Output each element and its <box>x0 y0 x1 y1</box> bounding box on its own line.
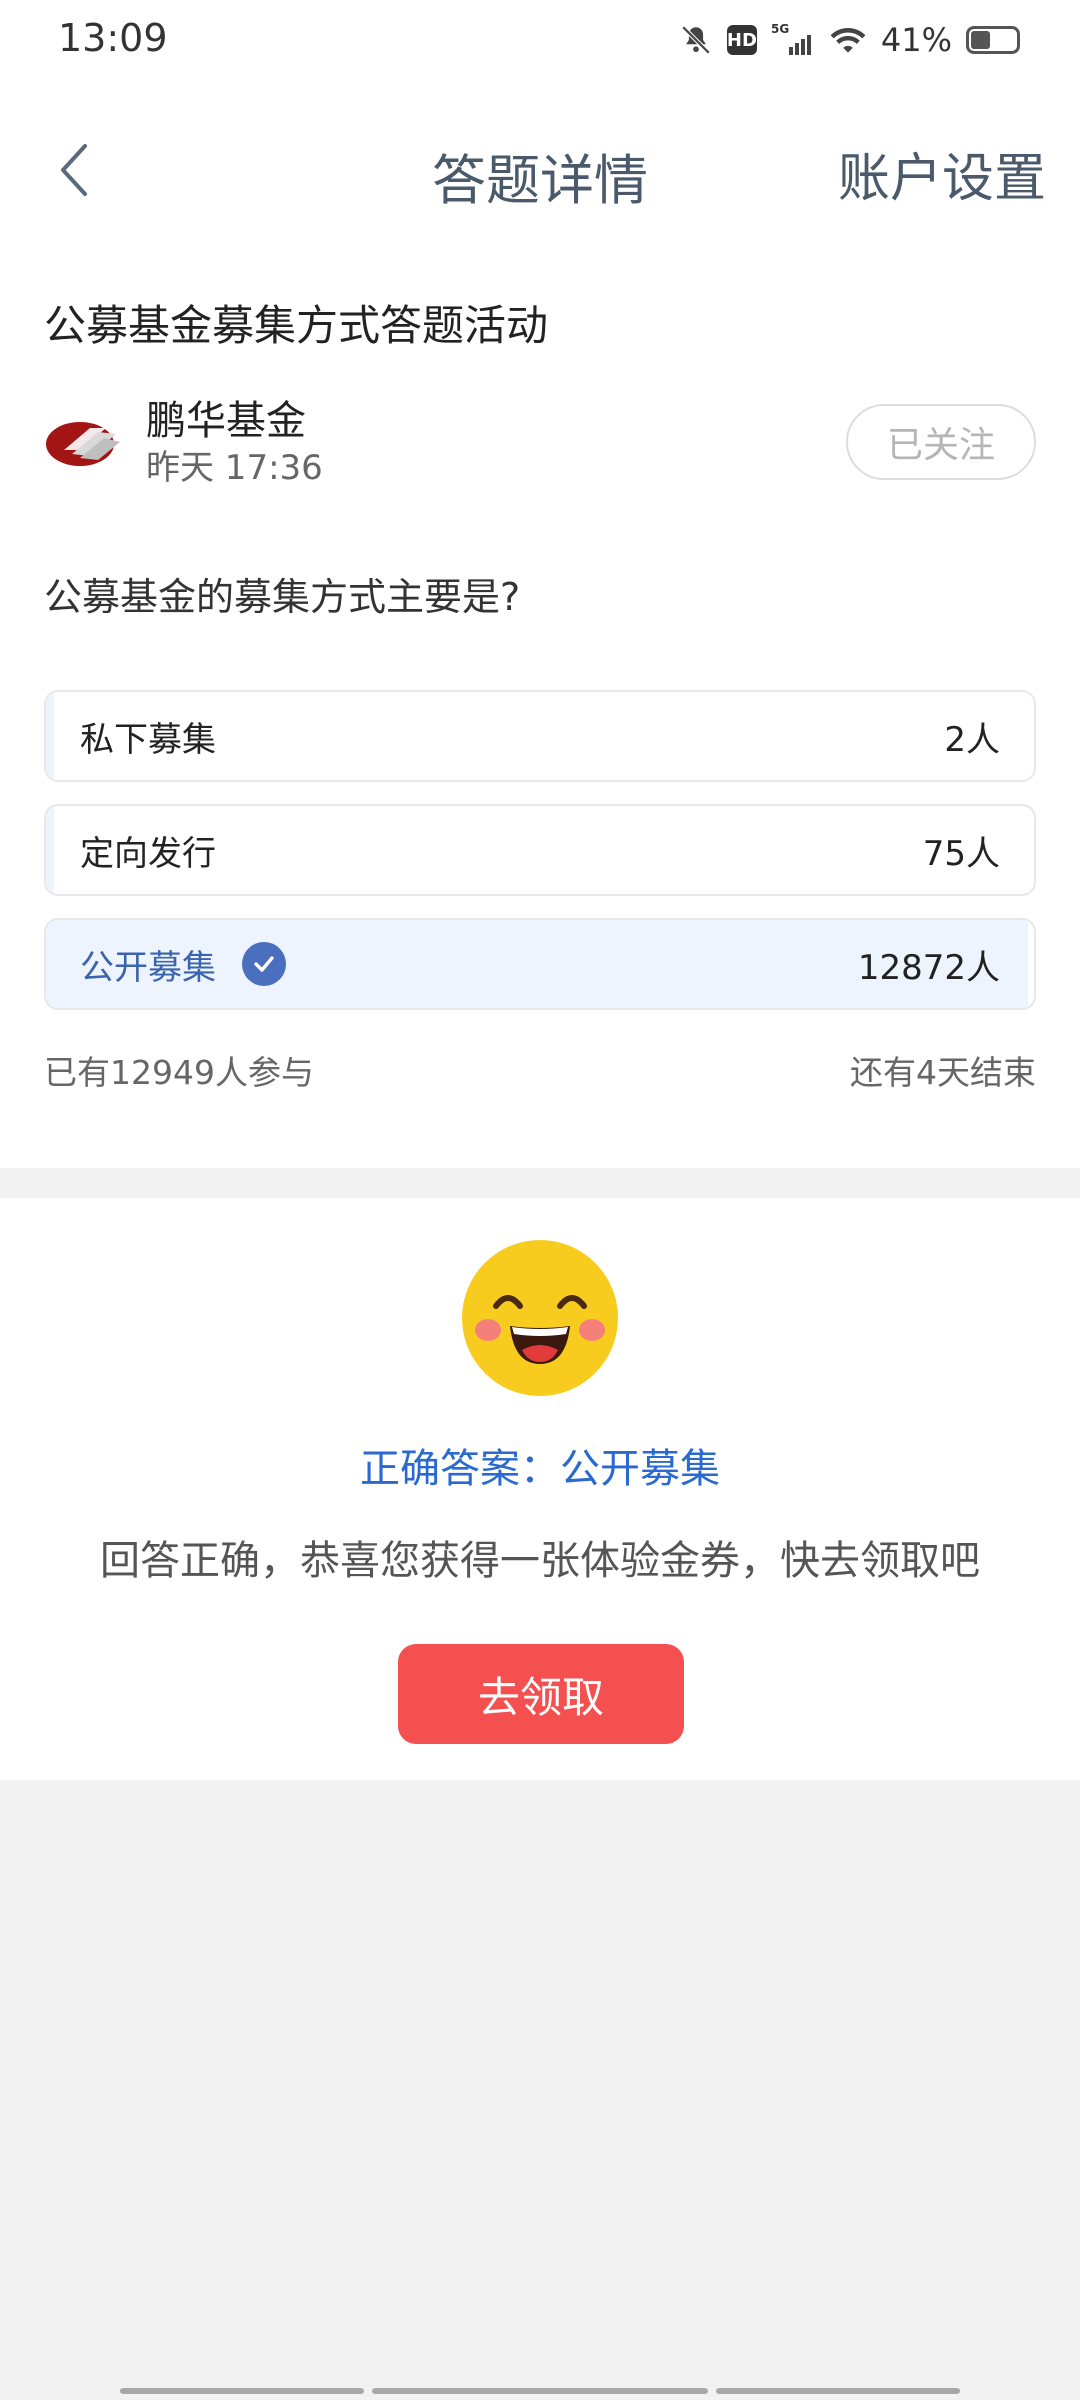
smiley-face-icon <box>462 1240 618 1396</box>
gesture-bar <box>372 2388 708 2394</box>
answer-options: 私下募集 2人 定向发行 75人 公开募集 12872人 <box>44 690 1036 1032</box>
option-label: 私下募集 <box>80 719 216 760</box>
time-remaining: 还有4天结束 <box>850 1053 1036 1092</box>
result-card: 正确答案：公开募集 回答正确，恭喜您获得一张体验金券，快去领取吧 去领取 <box>0 1198 1080 1780</box>
status-icons: HD 5G 41% <box>679 14 1020 66</box>
account-settings-link[interactable]: 账户设置 <box>838 136 1046 211</box>
nav-bar: 答题详情 账户设置 <box>0 100 1080 240</box>
author-name[interactable]: 鹏华基金 <box>146 388 306 446</box>
question-text: 公募基金的募集方式主要是? <box>44 575 521 619</box>
gesture-bar <box>120 2388 364 2394</box>
option-label: 公开募集 <box>80 920 286 1008</box>
post-time: 昨天 17:36 <box>146 448 323 488</box>
vote-bar <box>46 692 54 780</box>
fund-logo-icon[interactable] <box>44 410 122 472</box>
result-message: 回答正确，恭喜您获得一张体验金券，快去领取吧 <box>100 1538 980 1584</box>
follow-button[interactable]: 已关注 <box>846 404 1036 480</box>
option-count: 75人 <box>922 833 1000 874</box>
option-label: 定向发行 <box>80 833 216 874</box>
vote-bar <box>46 806 54 894</box>
network-type: 5G <box>771 22 789 36</box>
option-item-correct[interactable]: 公开募集 12872人 <box>44 918 1036 1010</box>
mute-bell-icon <box>681 25 711 55</box>
option-count: 12872人 <box>857 947 1000 988</box>
option-label-text: 公开募集 <box>80 947 216 988</box>
hd-icon: HD <box>726 25 757 55</box>
battery-icon <box>966 26 1020 54</box>
author-row: 鹏华基金 昨天 17:36 已关注 <box>44 388 1036 498</box>
status-time: 13:09 <box>58 16 168 60</box>
gesture-bar <box>716 2388 960 2394</box>
correct-answer: 正确答案：公开募集 <box>360 1446 720 1492</box>
activity-title: 公募基金募集方式答题活动 <box>44 301 549 350</box>
signal-icon: 5G <box>771 22 811 55</box>
wifi-icon <box>830 27 866 53</box>
status-bar: 13:09 HD 5G 41% <box>0 0 1080 82</box>
option-item[interactable]: 定向发行 75人 <box>44 804 1036 896</box>
battery-percent: 41% <box>880 21 952 59</box>
check-circle-icon <box>242 942 286 986</box>
page: 13:09 HD 5G 41% 答题详情 账户设置 公募基金募集方式答题活动 鹏… <box>0 0 1080 2400</box>
vote-stats: 已有12949人参与 还有4天结束 <box>44 1046 1036 1096</box>
option-count: 2人 <box>944 719 1000 760</box>
claim-button[interactable]: 去领取 <box>398 1644 684 1744</box>
participant-count: 已有12949人参与 <box>44 1053 314 1092</box>
option-item[interactable]: 私下募集 2人 <box>44 690 1036 782</box>
content-area: 13:09 HD 5G 41% 答题详情 账户设置 公募基金募集方式答题活动 鹏… <box>0 0 1080 1168</box>
